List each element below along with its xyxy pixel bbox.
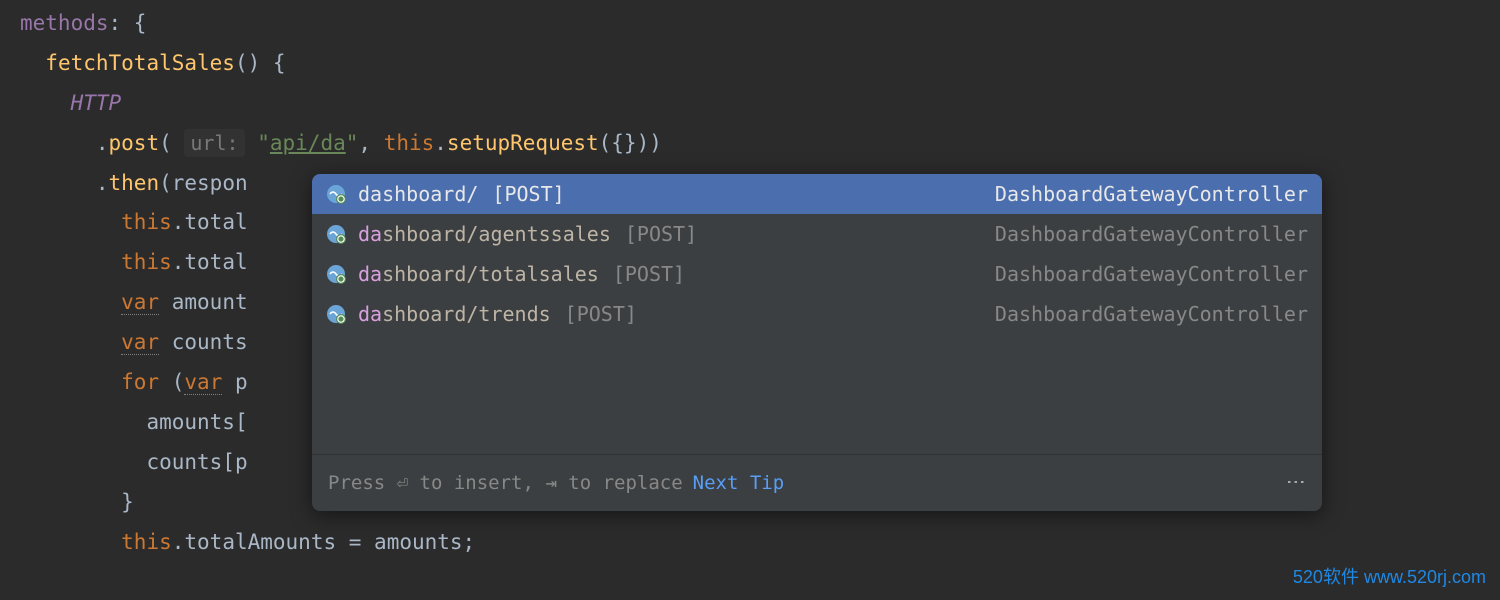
- autocomplete-item[interactable]: dashboard/ [POST] DashboardGatewayControll…: [312, 174, 1322, 214]
- token-post: post: [109, 131, 160, 155]
- suggestion-text: shboard/trends: [382, 295, 551, 333]
- suggestion-origin: DashboardGatewayController: [995, 215, 1308, 253]
- footer-hint: Press ⏎ to insert, ⇥ to replace: [328, 465, 683, 501]
- suggestion-match: da: [358, 295, 382, 333]
- token-url: api/da: [270, 131, 346, 155]
- param-hint: url:: [184, 129, 244, 157]
- suggestion-match: da: [358, 215, 382, 253]
- token-http: HTTP: [71, 91, 122, 115]
- suggestion-match: da: [358, 255, 382, 293]
- suggestion-meta: [POST]: [625, 215, 697, 253]
- suggestion-origin: DashboardGatewayController: [995, 255, 1308, 293]
- code-line: methods: {: [20, 4, 1500, 44]
- token-funcname: fetchTotalSales: [45, 51, 235, 75]
- suggestion-meta: [POST]: [492, 175, 564, 213]
- autocomplete-item[interactable]: dashboard/agentssales [POST] DashboardGate…: [312, 214, 1322, 254]
- token-then: then: [109, 171, 160, 195]
- more-icon[interactable]: ⋮: [1277, 473, 1313, 494]
- suggestion-origin: DashboardGatewayController: [995, 295, 1308, 333]
- suggestion-text: shboard/totalsales: [382, 255, 599, 293]
- next-tip-link[interactable]: Next Tip: [693, 465, 785, 501]
- autocomplete-popup[interactable]: dashboard/[POST]DashboardGatewayControll…: [312, 174, 1322, 511]
- suggestion-origin: DashboardGatewayController: [995, 175, 1308, 213]
- popup-footer: Press ⏎ to insert, ⇥ to replace Next Tip…: [312, 454, 1322, 511]
- suggestion-text: shboard/: [382, 175, 478, 213]
- autocomplete-item[interactable]: dashboard/trends [POST] DashboardGatewayCo…: [312, 294, 1322, 334]
- suggestion-meta: [POST]: [613, 255, 685, 293]
- code-line: HTTP: [20, 84, 1500, 124]
- endpoint-icon: [326, 224, 346, 244]
- autocomplete-item[interactable]: dashboard/totalsales [POST] DashboardGatew…: [312, 254, 1322, 294]
- endpoint-icon: [326, 304, 346, 324]
- code-line: fetchTotalSales() {: [20, 44, 1500, 84]
- code-line: .post( url: "api/da", this.setupRequest(…: [20, 124, 1500, 164]
- token-methods: methods: [20, 11, 109, 35]
- endpoint-icon: [326, 264, 346, 284]
- suggestion-match: da: [358, 175, 382, 213]
- watermark: 520软件 www.520rj.com: [1293, 560, 1486, 594]
- code-line: this.totalAmounts = amounts;: [20, 523, 1500, 563]
- suggestion-meta: [POST]: [565, 295, 637, 333]
- suggestion-text: shboard/agentssales: [382, 215, 611, 253]
- endpoint-icon: [326, 184, 346, 204]
